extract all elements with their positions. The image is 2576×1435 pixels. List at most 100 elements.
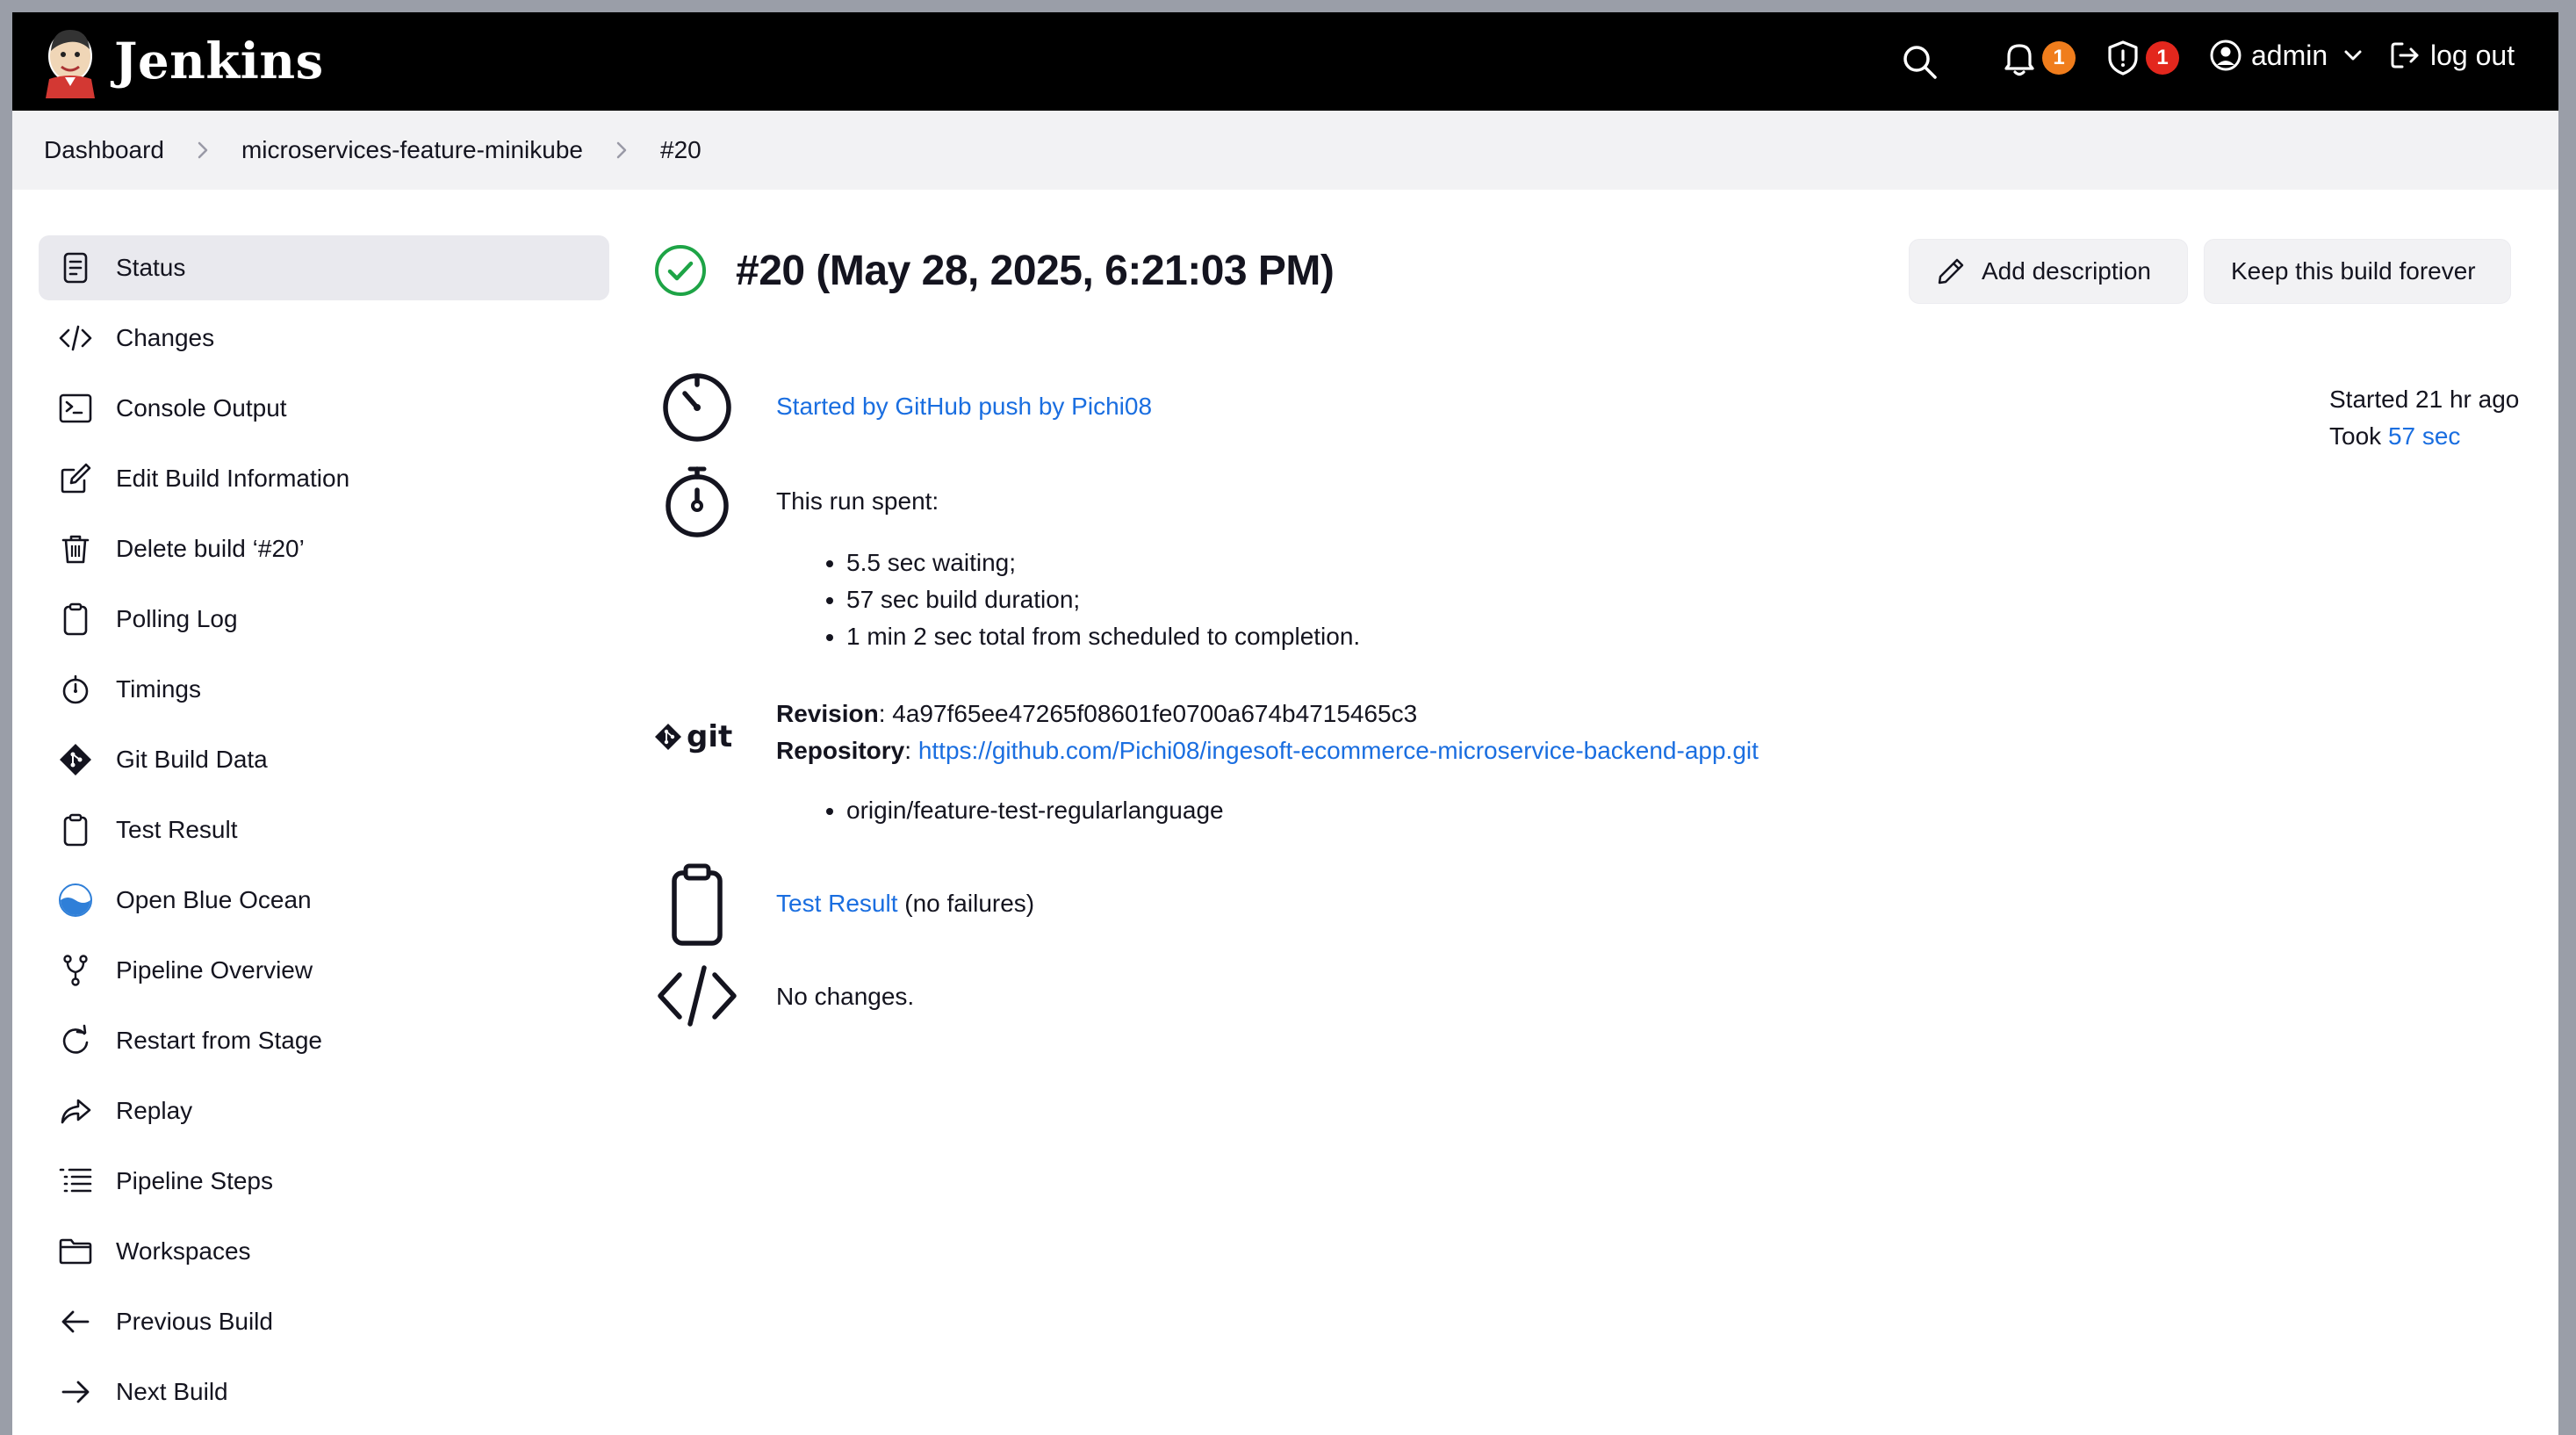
- sidebar-item-label: Timings: [116, 675, 201, 703]
- sidebar-item-label: Status: [116, 254, 186, 281]
- sidebar-item-delete-build[interactable]: Delete build ‘#20’: [39, 516, 609, 581]
- code-icon: [56, 319, 95, 357]
- sidebar-item-label: Open Blue Ocean: [116, 886, 312, 913]
- sidebar-item-label: Console Output: [116, 394, 287, 422]
- sidebar-item-pipeline-steps[interactable]: Pipeline Steps: [39, 1149, 609, 1214]
- svg-text:git: git: [687, 720, 732, 754]
- bell-icon: [2004, 44, 2034, 76]
- cause-section: Started by GitHub push by Pichi08: [653, 367, 1152, 444]
- security-badge: 1: [2146, 41, 2179, 75]
- clipboard-icon: [56, 600, 95, 638]
- logout-label: log out: [2430, 39, 2515, 71]
- replay-icon: [56, 1092, 95, 1130]
- sidebar-item-previous-build[interactable]: Previous Build: [39, 1289, 609, 1354]
- user-name: admin: [2251, 39, 2328, 71]
- sidebar-item-workspaces[interactable]: Workspaces: [39, 1219, 609, 1284]
- page-title: #20 (May 28, 2025, 6:21:03 PM): [736, 247, 1335, 294]
- restart-icon: [56, 1021, 95, 1060]
- sidebar-item-test-result[interactable]: Test Result: [39, 797, 609, 862]
- search-icon[interactable]: [1900, 42, 1939, 81]
- git-icon: [56, 740, 95, 779]
- sidebar-item-next-build[interactable]: Next Build: [39, 1359, 609, 1424]
- chevron-right-icon: [198, 141, 208, 159]
- sidebar-item-polling-log[interactable]: Polling Log: [39, 587, 609, 652]
- top-bar: Jenkins 1 1 admin log out: [12, 12, 2558, 111]
- breadcrumb-job[interactable]: microservices-feature-minikube: [241, 136, 583, 164]
- test-result-link[interactable]: Test Result: [776, 890, 898, 917]
- add-description-button[interactable]: Add description: [1909, 239, 2188, 304]
- sidebar-item-changes[interactable]: Changes: [39, 306, 609, 371]
- edit-icon: [56, 459, 95, 498]
- notifications-badge: 1: [2042, 41, 2076, 75]
- trash-icon: [56, 530, 95, 568]
- sidebar-item-timings[interactable]: Timings: [39, 657, 609, 722]
- list-item: origin/feature-test-regularlanguage: [846, 792, 1759, 829]
- build-header: #20 (May 28, 2025, 6:21:03 PM): [653, 235, 1335, 306]
- breadcrumb-dashboard[interactable]: Dashboard: [44, 136, 164, 164]
- sidebar-item-label: Polling Log: [116, 605, 238, 632]
- revision-hash: 4a97f65ee47265f08601fe0700a674b4715465c3: [892, 700, 1418, 727]
- sidebar-item-label: Restart from Stage: [116, 1027, 322, 1054]
- breadcrumb: Dashboard microservices-feature-minikube…: [12, 111, 2558, 190]
- sidebar-item-label: Workspaces: [116, 1237, 251, 1265]
- notifications-button[interactable]: 1: [2002, 39, 2076, 77]
- sidebar-item-label: Edit Build Information: [116, 465, 350, 492]
- branch-list: origin/feature-test-regularlanguage: [776, 792, 1759, 829]
- took-duration-link[interactable]: 57 sec: [2388, 422, 2461, 450]
- logout-button[interactable]: log out: [2388, 39, 2515, 72]
- jenkins-home-link[interactable]: Jenkins: [42, 25, 324, 98]
- sidebar-item-console-output[interactable]: Console Output: [39, 376, 609, 441]
- sidebar-item-replay[interactable]: Replay: [39, 1078, 609, 1143]
- clipboard-icon: [653, 861, 741, 948]
- run-spent-list: 5.5 sec waiting; 57 sec build duration; …: [776, 544, 1360, 655]
- test-result-summary: (no failures): [897, 890, 1035, 917]
- sidebar-item-edit-build-information[interactable]: Edit Build Information: [39, 446, 609, 511]
- shield-icon: [2108, 40, 2138, 76]
- sidebar-item-pipeline-overview[interactable]: Pipeline Overview: [39, 938, 609, 1003]
- user-avatar-icon: [2210, 40, 2241, 71]
- sidebar-item-label: Pipeline Steps: [116, 1167, 274, 1194]
- jenkins-logo-icon: [46, 30, 95, 98]
- git-logo-icon: git: [653, 720, 741, 829]
- arrow-right-icon: [56, 1373, 95, 1411]
- test-result-section: Test Result (no failures): [653, 861, 1034, 948]
- logout-icon: [2391, 42, 2419, 69]
- run-spent-label: This run spent:: [776, 487, 939, 515]
- app-name: Jenkins: [114, 32, 324, 90]
- folder-icon: [56, 1232, 95, 1271]
- build-timing-summary: Started 21 hr ago Took 57 sec: [2329, 381, 2519, 455]
- security-button[interactable]: 1: [2105, 39, 2179, 77]
- list-icon: [56, 1162, 95, 1201]
- sidebar-item-label: Previous Build: [116, 1308, 273, 1335]
- sidebar-item-git-build-data[interactable]: Git Build Data: [39, 727, 609, 792]
- chevron-right-icon: [616, 141, 627, 159]
- list-item: 57 sec build duration;: [846, 581, 1360, 618]
- sidebar-item-label: Replay: [116, 1097, 193, 1124]
- user-menu[interactable]: admin: [2209, 39, 2364, 72]
- branch-icon: [56, 951, 95, 990]
- add-description-label: Add description: [1982, 257, 2152, 285]
- sidebar-item-label: Next Build: [116, 1378, 228, 1405]
- stopwatch-icon: [56, 670, 95, 709]
- started-by-link[interactable]: Started by GitHub push by Pichi08: [776, 393, 1152, 420]
- status-icon: [56, 249, 95, 287]
- pencil-icon: [1938, 258, 1964, 285]
- chevron-down-icon: [2344, 50, 2362, 61]
- run-spent-section: This run spent: 5.5 sec waiting; 57 sec …: [653, 464, 1360, 655]
- blue-ocean-icon: [56, 881, 95, 919]
- keep-forever-button[interactable]: Keep this build forever: [2204, 239, 2511, 304]
- changes-text: No changes.: [776, 983, 915, 1010]
- sidebar: Status Changes Console Output Edit Build…: [39, 235, 609, 1430]
- sidebar-item-status[interactable]: Status: [39, 235, 609, 300]
- repository-link[interactable]: https://github.com/Pichi08/ingesoft-ecom…: [918, 737, 1759, 764]
- terminal-icon: [56, 389, 95, 428]
- sidebar-item-label: Changes: [116, 324, 215, 351]
- code-icon: [653, 964, 741, 1028]
- browser-window: Jenkins 1 1 admin log out Dashboard micr…: [12, 12, 2558, 1435]
- sidebar-item-restart-from-stage[interactable]: Restart from Stage: [39, 1008, 609, 1073]
- breadcrumb-build[interactable]: #20: [660, 136, 702, 164]
- sidebar-item-open-blue-ocean[interactable]: Open Blue Ocean: [39, 868, 609, 933]
- arrow-left-icon: [56, 1302, 95, 1341]
- git-section: git Revision: 4a97f65ee47265f08601fe0700…: [653, 696, 1759, 829]
- revision-label: Revision: [776, 700, 879, 727]
